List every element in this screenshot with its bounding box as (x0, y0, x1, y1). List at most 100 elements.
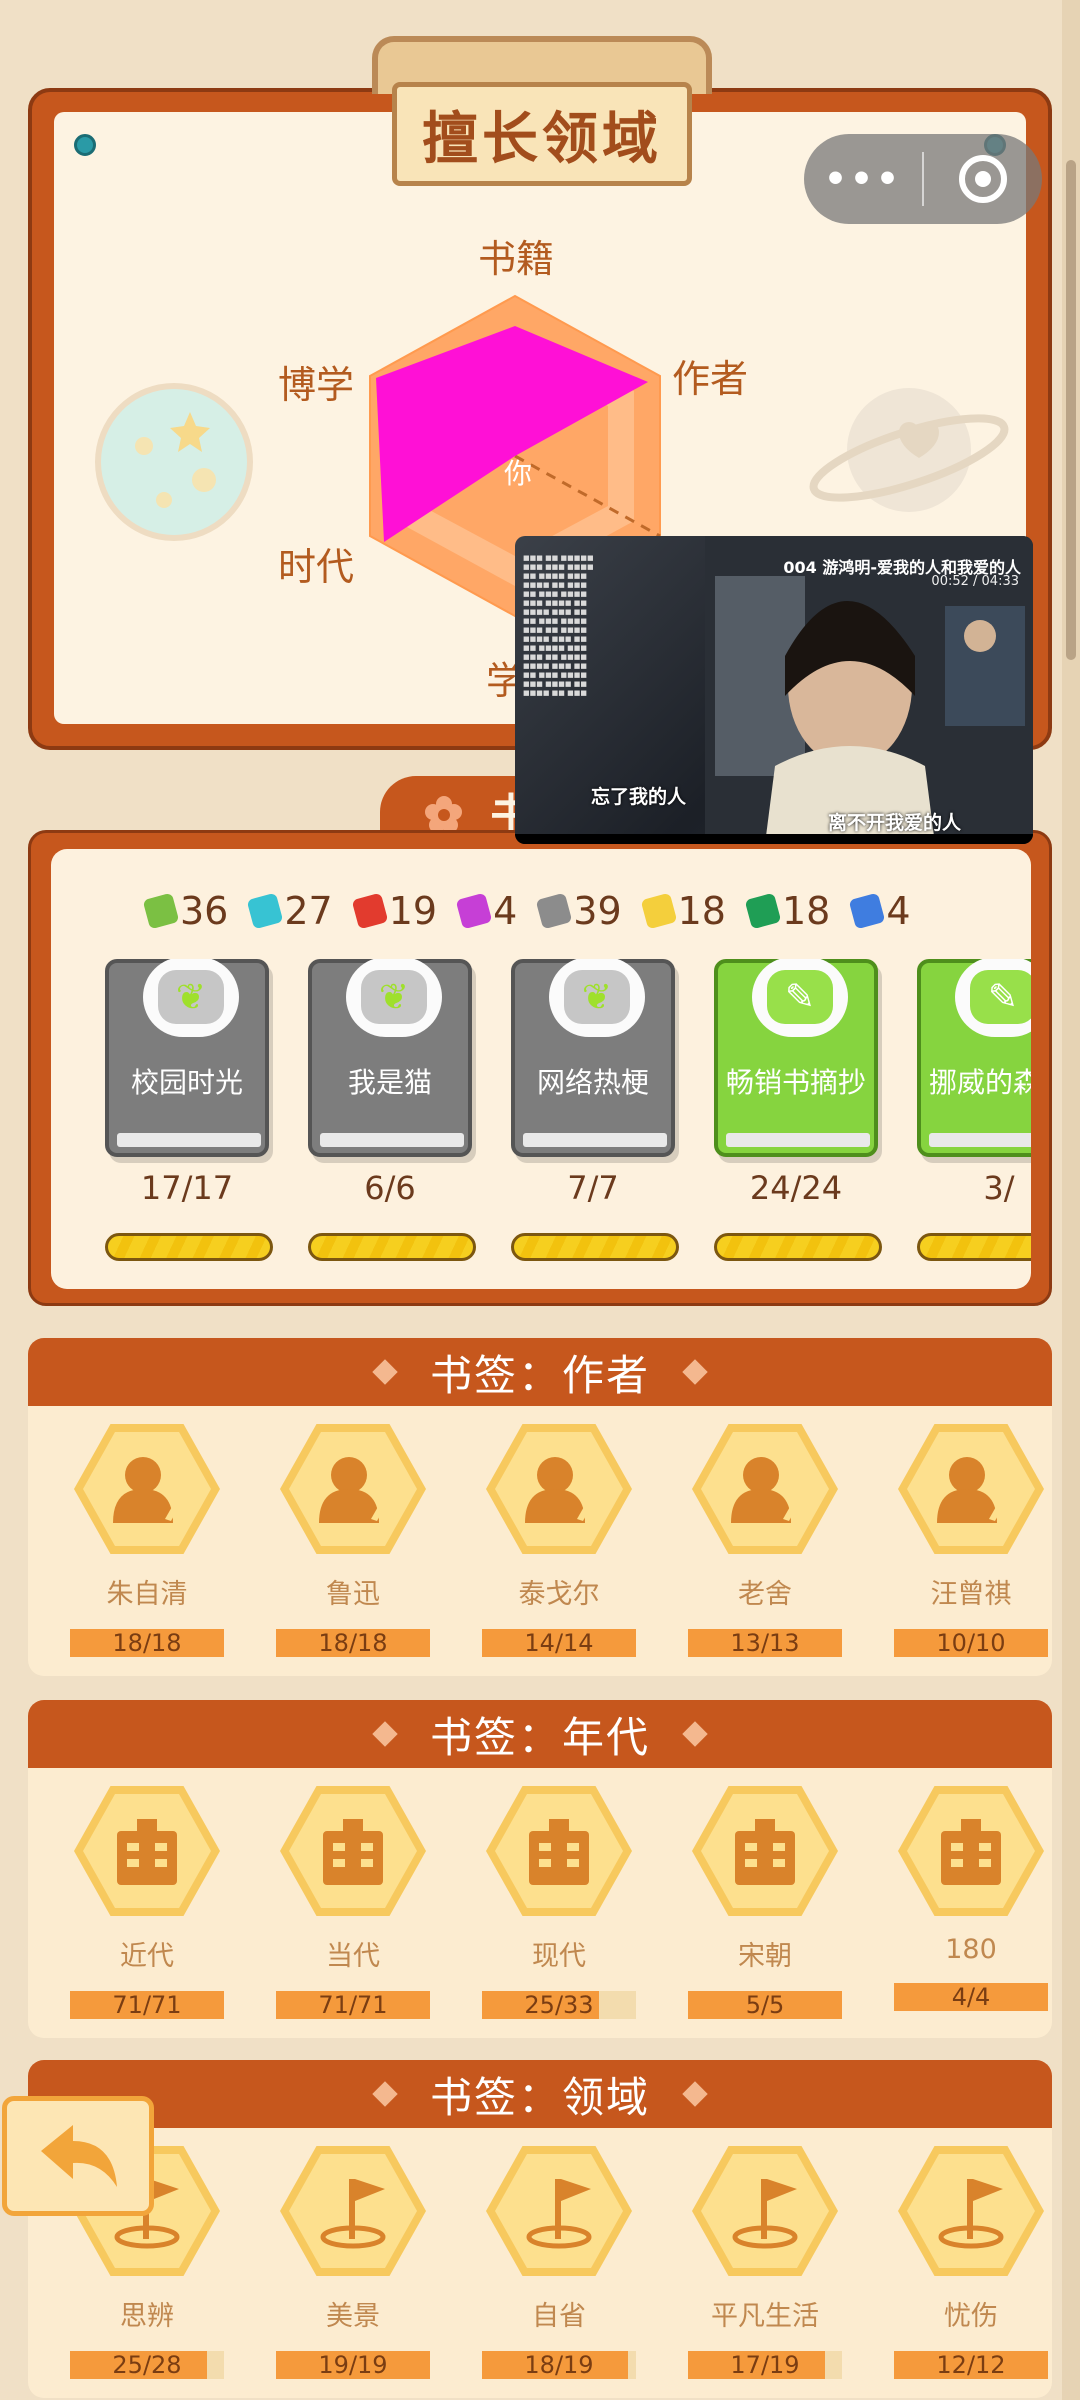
bookmark-progress-text: 13/13 (730, 1629, 800, 1657)
target-icon (959, 155, 1007, 203)
section-title: 书签：领域 (429, 2072, 650, 2122)
bookmark-name: 泰戈尔 (518, 1579, 600, 1610)
puzzle-piece-number: 18 (677, 889, 726, 933)
bookmark-name: 180 (945, 1934, 997, 1965)
puzzle-piece-count: 18 (640, 889, 726, 933)
scrollbar[interactable] (1062, 0, 1080, 2400)
bookmark-item[interactable]: 近代 71/71 (70, 1786, 224, 2019)
puzzle-piece-counts: 36 27 19 4 39 18 18 4 (142, 889, 911, 933)
bookmark-list[interactable]: 思辨 25/28 美景 19/19 自省 18/19 平凡生活 17/19 忧伤 12/12 (70, 2146, 1050, 2396)
book-cover[interactable]: ❦ 我是猫 (308, 959, 472, 1157)
book-progress-bar (917, 1233, 1031, 1261)
diamond-icon (682, 1359, 708, 1385)
close-miniprogram-button[interactable] (924, 155, 1042, 203)
section-title: 书签：年代 (429, 1712, 650, 1762)
bookmark-item[interactable]: 鲁迅 18/18 (276, 1424, 430, 1657)
book-row[interactable]: ❦ 校园时光 17/17 ❦ 我是猫 6/6 ❦ 网络热梗 7/7 ✎ 畅销书摘抄 24/24 ✎ 挪威的… (105, 959, 1031, 1279)
building-icon (701, 1794, 829, 1908)
bookmark-progress-text: 12/12 (936, 2351, 1006, 2379)
scrollbar-thumb[interactable] (1066, 160, 1076, 660)
book-count: 24/24 (749, 1169, 843, 1207)
puzzle-piece-icon (246, 892, 284, 930)
bookmark-progress-text: 19/19 (318, 2351, 388, 2379)
diamond-icon (372, 1359, 398, 1385)
book-item[interactable]: ❦ 网络热梗 7/7 (511, 959, 679, 1261)
bookmark-badge[interactable] (280, 2146, 426, 2276)
building-icon (495, 1794, 623, 1908)
bookmark-badge[interactable] (486, 2146, 632, 2276)
miniprogram-capsule: ••• (804, 134, 1042, 224)
book-item[interactable]: ✎ 挪威的森林 3/ (917, 959, 1031, 1261)
sprout-icon: ❦ (143, 959, 239, 1037)
bookmark-badge[interactable] (486, 1786, 632, 1916)
video-progress-bar[interactable] (515, 834, 1033, 844)
book-collection-panel: 36 27 19 4 39 18 18 4 ❦ 校园时光 17/17 ❦ 我是猫 6/6 ❦ 网络热梗 7/7… (28, 830, 1052, 1306)
bookmark-item[interactable]: 宋朝 5/5 (688, 1786, 842, 2019)
bookmark-item[interactable]: 老舍 13/13 (688, 1424, 842, 1657)
video-timecode: 00:52 / 04:33 (931, 574, 1019, 589)
bookmark-progress-bar: 71/71 (70, 1991, 224, 2019)
sprout-icon: ❦ (346, 959, 442, 1037)
bookmark-badge[interactable] (74, 1786, 220, 1916)
bookmark-name: 当代 (326, 1941, 380, 1972)
sprout-icon: ❦ (549, 959, 645, 1037)
diamond-icon (682, 2081, 708, 2107)
bookmark-progress-bar: 18/18 (70, 1629, 224, 1657)
bookmark-progress-bar: 13/13 (688, 1629, 842, 1657)
bookmark-name: 思辨 (120, 2301, 174, 2332)
bookmark-badge[interactable] (692, 2146, 838, 2276)
puzzle-piece-count: 39 (535, 889, 622, 933)
book-badge-inner: ✎ (767, 970, 833, 1024)
book-item[interactable]: ❦ 我是猫 6/6 (308, 959, 476, 1261)
bookmark-item[interactable]: 美景 19/19 (276, 2146, 430, 2379)
back-button[interactable] (2, 2096, 154, 2216)
bookmark-badge[interactable] (486, 1424, 632, 1554)
puzzle-piece-number: 19 (388, 889, 438, 933)
bookmark-progress-text: 71/71 (112, 1991, 182, 2019)
bookmark-item[interactable]: 当代 71/71 (276, 1786, 430, 2019)
book-item[interactable]: ❦ 校园时光 17/17 (105, 959, 273, 1261)
book-item[interactable]: ✎ 畅销书摘抄 24/24 (714, 959, 882, 1261)
bookmark-name: 平凡生活 (711, 2301, 819, 2332)
book-progress-bar (308, 1233, 476, 1261)
bookmark-item[interactable]: 朱自清 18/18 (70, 1424, 224, 1657)
book-cover[interactable]: ❦ 校园时光 (105, 959, 269, 1157)
bookmark-item[interactable]: 汪曾祺 10/10 (894, 1424, 1048, 1657)
radar-you-label: 你 (504, 457, 533, 490)
book-badge-inner: ✎ (970, 970, 1031, 1024)
bookmark-progress-bar: 25/28 (70, 2351, 224, 2379)
book-cover[interactable]: ❦ 网络热梗 (511, 959, 675, 1157)
bookmark-list[interactable]: 近代 71/71 当代 71/71 现代 25/33 宋朝 5/5 180 4/4 (70, 1786, 1050, 2036)
bookmark-list[interactable]: 朱自清 18/18 鲁迅 18/18 泰戈尔 14/14 老舍 13/13 汪曾祺 10/10 (70, 1424, 1050, 1674)
bookmark-badge[interactable] (898, 2146, 1044, 2276)
bookmark-item[interactable]: 180 4/4 (894, 1786, 1048, 2011)
radar-axis-author: 作者 (672, 357, 749, 401)
puzzle-piece-icon (455, 892, 493, 930)
bookmark-item[interactable]: 平凡生活 17/19 (688, 2146, 842, 2379)
bookmark-item[interactable]: 忧伤 12/12 (894, 2146, 1048, 2379)
bookmark-progress-text: 5/5 (745, 1991, 785, 2019)
bookmark-item[interactable]: 现代 25/33 (482, 1786, 636, 2019)
bookmark-badge[interactable] (898, 1424, 1044, 1554)
puzzle-piece-count: 18 (744, 889, 830, 933)
bookmark-progress-bar: 5/5 (688, 1991, 842, 2019)
radar-axis-era: 时代 (278, 545, 355, 589)
floating-video-player[interactable]: ■■■ ■■ ■■■■■ ■■■ ■■■ ■■■■ ■■ ■■■■ ■■■ ■■■■ … (515, 536, 1033, 844)
bookmark-item[interactable]: 泰戈尔 14/14 (482, 1424, 636, 1657)
bookmark-badge[interactable] (898, 1786, 1044, 1916)
pencil-ruler-icon: ✎ (955, 959, 1031, 1037)
bookmark-item[interactable]: 自省 18/19 (482, 2146, 636, 2379)
bookmark-badge[interactable] (280, 1424, 426, 1554)
bookmark-progress-bar: 18/19 (482, 2351, 636, 2379)
bookmark-progress-text: 4/4 (951, 1983, 991, 2011)
bookmark-badge[interactable] (280, 1786, 426, 1916)
book-pages (117, 1133, 261, 1147)
book-cover[interactable]: ✎ 挪威的森林 (917, 959, 1031, 1157)
book-cover[interactable]: ✎ 畅销书摘抄 (714, 959, 878, 1157)
expertise-title: 擅长领域 (392, 82, 692, 186)
book-count: 7/7 (567, 1169, 619, 1207)
bookmark-badge[interactable] (692, 1786, 838, 1916)
more-options-icon[interactable]: ••• (804, 159, 922, 200)
bookmark-badge[interactable] (692, 1424, 838, 1554)
bookmark-badge[interactable] (74, 1424, 220, 1554)
